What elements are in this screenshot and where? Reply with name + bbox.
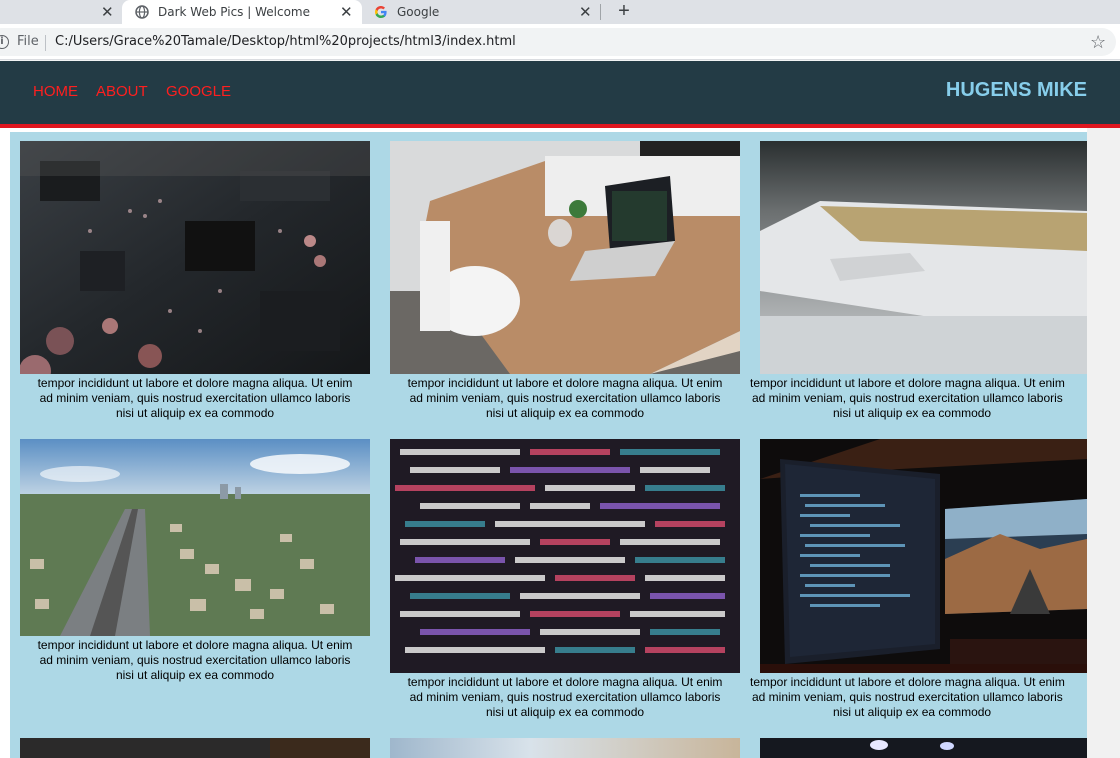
close-tab-icon[interactable]: ✕	[579, 3, 592, 21]
globe-icon	[135, 5, 149, 19]
nav-google-link[interactable]: GOOGLE	[166, 83, 231, 100]
address-bar: i File C:/Users/Grace%20Tamale/Desktop/h…	[0, 24, 1120, 60]
close-tab-icon[interactable]: ✕	[101, 3, 114, 21]
image-caption: tempor incididunt ut labore et dolore ma…	[750, 675, 1065, 719]
google-icon	[374, 5, 388, 19]
new-tab-plus-icon[interactable]: +	[612, 0, 636, 24]
image-caption: tempor incididunt ut labore et dolore ma…	[37, 376, 353, 420]
close-tab-icon[interactable]: ✕	[340, 3, 353, 21]
image-caption: tempor incididunt ut labore et dolore ma…	[407, 376, 723, 420]
site-navbar: HOME ABOUT GOOGLE HUGENS MIKE	[0, 61, 1120, 128]
image-caption: tempor incididunt ut labore et dolore ma…	[37, 638, 353, 682]
aerial-city-photo	[20, 439, 370, 636]
nav-about-link[interactable]: ABOUT	[96, 83, 148, 100]
tab-dark-web-pics[interactable]: Dark Web Pics | Welcome ✕	[122, 0, 362, 24]
tab-google[interactable]: Google ✕	[364, 0, 600, 24]
scheme-label: File	[17, 34, 39, 49]
tab-title: Google	[397, 5, 440, 19]
tab-previous[interactable]: ✕	[0, 0, 120, 24]
page-viewport: HOME ABOUT GOOGLE HUGENS MIKE tempor inc…	[0, 61, 1120, 758]
site-brand: HUGENS MIKE	[945, 79, 1087, 101]
image-caption: tempor incididunt ut labore et dolore ma…	[407, 675, 723, 719]
desk-laptop-photo	[390, 141, 740, 374]
laptop-closeup-photo	[760, 141, 1087, 374]
gallery-photo	[760, 738, 1087, 758]
page-scrollbar[interactable]	[1087, 128, 1120, 758]
monitors-code-photo	[760, 439, 1087, 673]
url-text[interactable]: C:/Users/Grace%20Tamale/Desktop/html%20p…	[55, 34, 516, 49]
image-caption: tempor incididunt ut labore et dolore ma…	[750, 376, 1065, 420]
omnibox-divider	[45, 35, 46, 51]
image-gallery: tempor incididunt ut labore et dolore ma…	[10, 132, 1087, 758]
code-screen-photo	[390, 439, 740, 673]
gallery-photo	[20, 738, 370, 758]
circuit-board-photo	[20, 141, 370, 374]
nav-home-link[interactable]: HOME	[33, 83, 78, 100]
tab-divider	[600, 4, 601, 20]
tab-strip: ✕ Dark Web Pics | Welcome ✕ Google ✕ +	[0, 0, 1120, 24]
bookmark-star-icon[interactable]: ☆	[1090, 31, 1106, 53]
gallery-photo	[390, 738, 740, 758]
tab-title: Dark Web Pics | Welcome	[158, 5, 310, 19]
